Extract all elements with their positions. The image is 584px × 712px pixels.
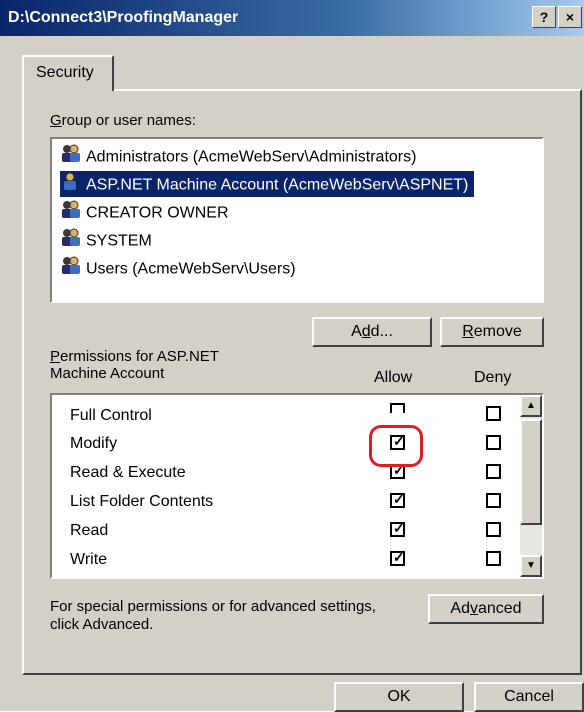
tab-security[interactable]: Security xyxy=(22,55,114,91)
permission-name: List Folder Contents xyxy=(70,493,214,510)
allow-checkbox-list-folder[interactable]: ✓ xyxy=(390,491,405,508)
annotation-circle xyxy=(369,425,423,467)
deny-checkbox-read-execute[interactable] xyxy=(486,464,501,479)
add-button[interactable]: Add... xyxy=(312,317,432,347)
scroll-up-button[interactable]: ▲ xyxy=(520,395,542,417)
group-icon xyxy=(60,143,82,172)
scroll-down-button[interactable]: ▼ xyxy=(520,555,542,577)
allow-checkbox-read[interactable]: ✓ xyxy=(390,520,405,537)
deny-checkbox-list-folder[interactable] xyxy=(486,493,501,508)
permissions-scrollbar[interactable]: ▲ ▼ xyxy=(520,395,542,577)
help-button[interactable]: ? xyxy=(532,6,556,28)
list-item-system[interactable]: SYSTEM xyxy=(60,227,158,253)
cancel-button[interactable]: Cancel xyxy=(474,682,584,712)
group-icon xyxy=(60,255,82,284)
security-dialog: D:\Connect3\ProofingManager ? × Security… xyxy=(0,0,584,712)
allow-column-header: Allow xyxy=(374,369,413,386)
list-item-aspnet-account[interactable]: ASP.NET Machine Account (AcmeWebServ\ASP… xyxy=(60,171,475,200)
advanced-note: For special permissions or for advanced … xyxy=(50,598,376,633)
group-icon xyxy=(60,199,82,228)
permission-name: Read & Execute xyxy=(70,464,186,481)
check-icon: ✓ xyxy=(393,520,405,536)
deny-checkbox-write[interactable] xyxy=(486,551,501,566)
close-button[interactable]: × xyxy=(558,6,582,28)
group-names-label: Group or user names: xyxy=(50,112,196,129)
permissions-label: Permissions for ASP.NET Machine Account xyxy=(50,348,219,382)
ok-button[interactable]: OK xyxy=(334,682,464,712)
check-icon: ✓ xyxy=(393,491,405,507)
permission-name: Write xyxy=(70,551,108,568)
advanced-button[interactable]: Advanced xyxy=(428,594,544,624)
remove-button[interactable]: Remove xyxy=(440,317,544,347)
scroll-thumb[interactable] xyxy=(520,419,542,525)
list-item-users[interactable]: Users (AcmeWebServ\Users) xyxy=(60,255,302,281)
allow-checkbox-write[interactable]: ✓ xyxy=(390,549,405,566)
list-item-administrators[interactable]: Administrators (AcmeWebServ\Administrato… xyxy=(60,143,422,169)
allow-checkbox-full-control[interactable] xyxy=(390,403,405,413)
permission-name: Modify xyxy=(70,435,118,452)
permission-name: Read xyxy=(70,522,109,539)
tab-security-label: Security xyxy=(36,64,94,81)
user-icon xyxy=(60,171,82,200)
window-title: D:\Connect3\ProofingManager xyxy=(8,9,239,26)
deny-column-header: Deny xyxy=(474,369,512,386)
group-user-list[interactable]: Administrators (AcmeWebServ\Administrato… xyxy=(50,137,544,303)
permission-name: Full Control xyxy=(70,407,152,424)
group-icon xyxy=(60,227,82,256)
deny-checkbox-read[interactable] xyxy=(486,522,501,537)
permissions-list[interactable]: Full Control Modify ✓ Read & Execute ✓ L… xyxy=(50,393,544,579)
title-bar[interactable]: D:\Connect3\ProofingManager ? × xyxy=(0,0,584,36)
deny-checkbox-modify[interactable] xyxy=(486,435,501,450)
list-item-creator-owner[interactable]: CREATOR OWNER xyxy=(60,199,235,225)
check-icon: ✓ xyxy=(393,549,405,565)
deny-checkbox-full-control[interactable] xyxy=(486,406,501,421)
